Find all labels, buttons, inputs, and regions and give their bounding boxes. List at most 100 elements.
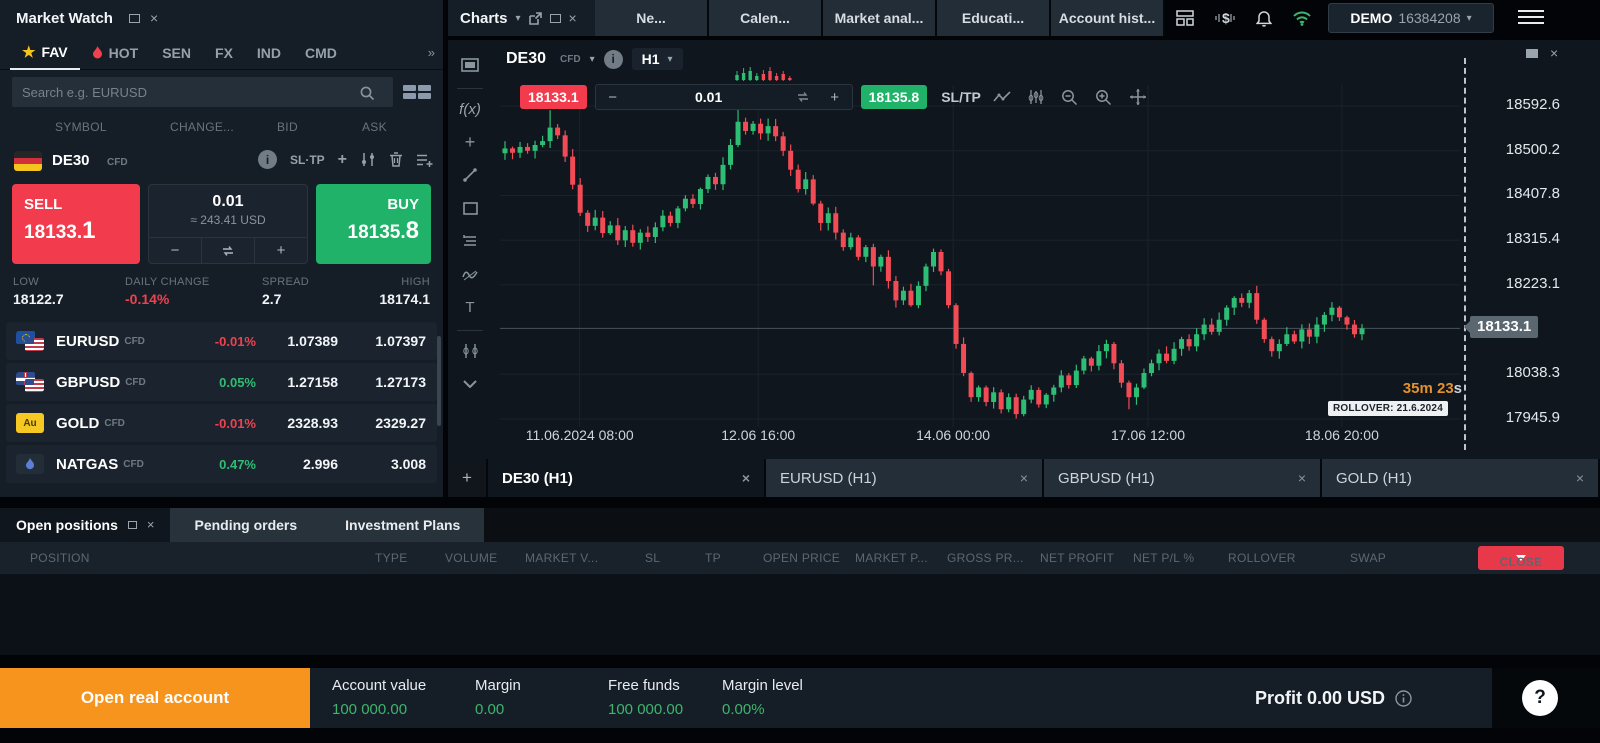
- crosshair-add-icon[interactable]: +: [455, 127, 485, 157]
- compare-symbols-icon[interactable]: [455, 336, 485, 366]
- open-real-account-button[interactable]: Open real account: [0, 668, 310, 728]
- market-watch-panel: ★ FAV HOT SEN FX IND CMD » SYMBOL CHANGE... BID AS…: [0, 36, 443, 497]
- profit-info-icon[interactable]: [1395, 689, 1412, 707]
- scrollbar[interactable]: [437, 336, 441, 426]
- charts-dropdown-icon[interactable]: ▾: [516, 13, 521, 24]
- charts-close-icon[interactable]: ×: [569, 11, 577, 25]
- sell-button[interactable]: SELL 18133.1: [12, 184, 140, 264]
- market-watch-tab-fav[interactable]: ★ FAV: [10, 36, 80, 70]
- chart-tab-eurusd-h1[interactable]: EURUSD (H1) ×: [766, 459, 1042, 497]
- search-input[interactable]: [12, 77, 393, 107]
- positions-maximize-icon[interactable]: [127, 521, 137, 529]
- market-depth-icon[interactable]: [360, 152, 376, 167]
- chart-tab-de30-h1[interactable]: DE30 (H1) ×: [488, 459, 764, 497]
- symbol-row-eurusd[interactable]: EURUSD CFD -0.01% 1.07389 1.07397: [6, 322, 437, 360]
- positions-table-body: [0, 574, 1600, 655]
- candlestick-chart[interactable]: [500, 85, 1460, 440]
- nav-tab-market-anal[interactable]: Market anal...: [823, 0, 935, 36]
- nav-tab-educati[interactable]: Educati...: [937, 0, 1049, 36]
- market-watch-tab-fx[interactable]: FX: [203, 36, 245, 70]
- chart-tab-gbpusd-h1[interactable]: GBPUSD (H1) ×: [1044, 459, 1320, 497]
- chart-info-icon[interactable]: i: [603, 49, 623, 69]
- chart-volume-decrease[interactable]: −: [596, 89, 630, 106]
- stat-label: DAILY CHANGE: [125, 276, 210, 288]
- help-button[interactable]: ?: [1522, 680, 1558, 716]
- volume-refresh-button[interactable]: [201, 238, 254, 263]
- trendline-tool-icon[interactable]: [455, 160, 485, 190]
- market-watch-maximize-icon[interactable]: [128, 13, 140, 23]
- zoom-in-icon[interactable]: [1091, 84, 1117, 110]
- market-watch-tabs: ★ FAV HOT SEN FX IND CMD »: [0, 36, 443, 70]
- symbol-row-gbpusd[interactable]: GBPUSD CFD 0.05% 1.27158 1.27173: [6, 363, 437, 401]
- symbol-row-gold[interactable]: Au GOLD CFD -0.01% 2328.93 2329.27: [6, 404, 437, 442]
- symbol-row-natgas[interactable]: NATGAS CFD 0.47% 2.996 3.008: [6, 445, 437, 483]
- market-watch-column-headers: SYMBOL CHANGE... BID ASK: [0, 116, 443, 142]
- nav-tab-calen[interactable]: Calen...: [709, 0, 821, 36]
- volume-increase-button[interactable]: +: [254, 238, 307, 263]
- symbol-name: GOLD: [56, 414, 100, 432]
- charts-maximize-icon[interactable]: [549, 13, 561, 23]
- nav-tab-ne[interactable]: Ne...: [595, 0, 707, 36]
- chart-sell-badge[interactable]: 18133.1: [520, 85, 587, 109]
- chart-symbol: DE30: [506, 50, 547, 67]
- market-watch-tab-hot[interactable]: HOT: [80, 36, 151, 70]
- workspace-layout-icon[interactable]: [1176, 10, 1194, 26]
- more-tabs-icon[interactable]: »: [428, 45, 435, 60]
- line-chart-type-icon[interactable]: [989, 84, 1015, 110]
- market-watch-tab-sen[interactable]: SEN: [150, 36, 203, 70]
- currency-icon[interactable]: $: [1214, 10, 1236, 26]
- main-menu-button[interactable]: [1518, 10, 1544, 28]
- list-view-toggle-icon[interactable]: [403, 85, 431, 99]
- add-to-list-icon[interactable]: [416, 153, 433, 167]
- tab-pending-orders[interactable]: Pending orders: [170, 508, 321, 542]
- positions-close-icon[interactable]: ×: [147, 518, 155, 532]
- chart-symbol-dropdown-icon[interactable]: ▾: [590, 54, 595, 65]
- add-order-icon[interactable]: +: [338, 151, 347, 169]
- chart-sltp-button[interactable]: SL/TP: [941, 89, 981, 105]
- rectangle-tool-icon[interactable]: [455, 193, 485, 223]
- stat-daily-change: DAILY CHANGE -0.14%: [125, 276, 210, 307]
- sltp-toggle[interactable]: SL·TP: [290, 153, 325, 167]
- pan-move-icon[interactable]: [1125, 84, 1151, 110]
- elliott-wave-tool-icon[interactable]: [455, 259, 485, 289]
- market-watch-tab-ind[interactable]: IND: [245, 36, 293, 70]
- indicators-icon[interactable]: f(x): [455, 94, 485, 124]
- instrument-header-row[interactable]: DE30 CFD i SL·TP +: [0, 142, 443, 180]
- volume-decrease-button[interactable]: −: [149, 238, 201, 263]
- text-tool-icon[interactable]: T: [455, 292, 485, 322]
- account-selector[interactable]: DEMO 16384208 ▾: [1328, 3, 1494, 33]
- delete-trash-icon[interactable]: [389, 152, 403, 167]
- chart-close-icon[interactable]: ×: [1550, 46, 1558, 60]
- instrument-info-icon[interactable]: i: [257, 150, 277, 169]
- market-watch-close-icon[interactable]: ×: [150, 11, 158, 25]
- chart-buy-badge[interactable]: 18135.8: [860, 85, 928, 109]
- price-tick: 18038.3: [1505, 364, 1560, 382]
- chart-tab-gold-h1[interactable]: GOLD (H1) ×: [1322, 459, 1598, 497]
- price-axis-divider: [1464, 58, 1466, 450]
- chart-type-icon[interactable]: [455, 50, 485, 80]
- chart-tab-close-icon[interactable]: ×: [742, 470, 750, 486]
- ask-price: 2329.27: [375, 415, 426, 431]
- column-header-open-price: OPEN PRICE: [763, 551, 841, 565]
- chart-volume-increase[interactable]: +: [818, 89, 852, 106]
- open-in-new-icon[interactable]: [528, 11, 542, 25]
- chart-minimize-icon[interactable]: [1526, 48, 1538, 58]
- fibonacci-tool-icon[interactable]: [455, 226, 485, 256]
- market-watch-tab-cmd[interactable]: CMD: [293, 36, 349, 70]
- chart-volume-refresh-icon[interactable]: [788, 91, 818, 103]
- buy-button[interactable]: BUY 18135.8: [316, 184, 431, 264]
- notifications-bell-icon[interactable]: [1256, 10, 1272, 27]
- tab-investment-plans[interactable]: Investment Plans: [321, 508, 484, 542]
- tab-open-positions[interactable]: Open positions ×: [0, 508, 171, 542]
- nav-tab-account-hist[interactable]: Account hist...: [1051, 0, 1163, 36]
- chart-tab-close-icon[interactable]: ×: [1020, 470, 1028, 486]
- zoom-out-icon[interactable]: [1057, 84, 1083, 110]
- chart-tab-close-icon[interactable]: ×: [1576, 470, 1584, 486]
- toolbar-expand-chevron-icon[interactable]: [455, 369, 485, 399]
- stat-label: HIGH: [401, 276, 430, 288]
- add-chart-tab-button[interactable]: +: [448, 459, 486, 497]
- candle-chart-type-icon[interactable]: [1023, 84, 1049, 110]
- close-all-button[interactable]: CLOSE: [1478, 546, 1564, 570]
- chart-tab-close-icon[interactable]: ×: [1298, 470, 1306, 486]
- timeframe-selector[interactable]: H1 ▾: [631, 48, 683, 70]
